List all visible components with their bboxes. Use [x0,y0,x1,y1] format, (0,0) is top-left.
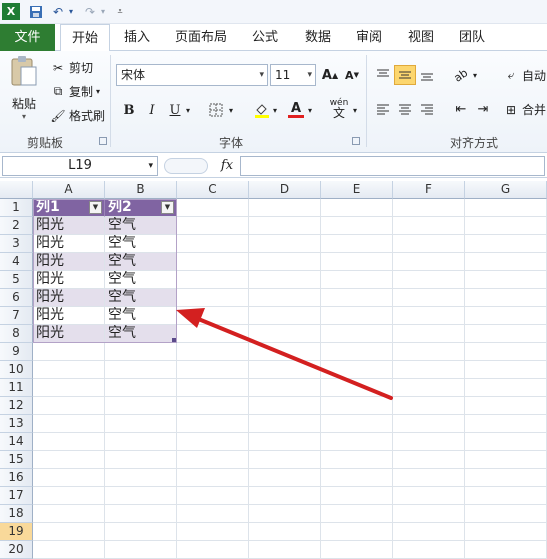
annotation-arrow [176,308,393,400]
arrow-head [176,308,205,328]
arrow-shaft [194,316,393,400]
